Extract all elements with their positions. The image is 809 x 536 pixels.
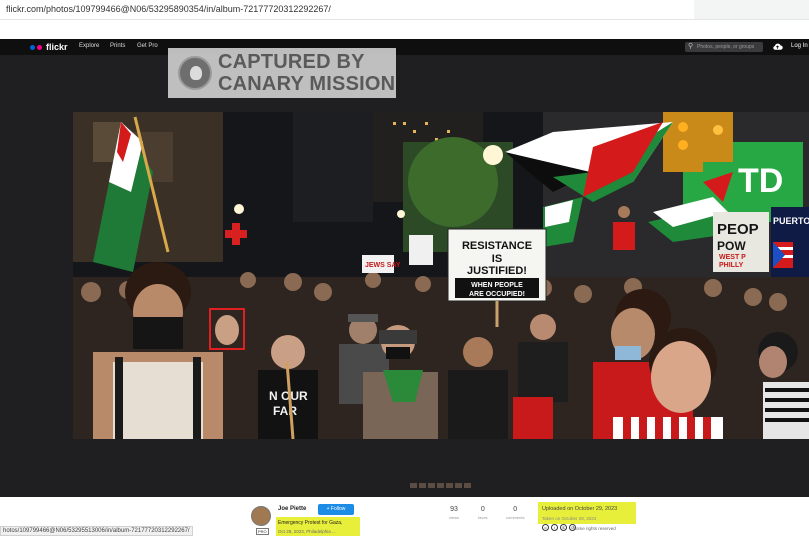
svg-text:IS: IS <box>492 253 502 265</box>
flickr-logo[interactable]: flickr <box>30 42 68 52</box>
rights-text[interactable]: Some rights reserved <box>573 526 616 531</box>
svg-text:PEOP: PEOP <box>717 221 759 238</box>
td-sign-text: TD <box>738 162 783 200</box>
pro-badge: PRO <box>256 528 269 535</box>
canary-mission-watermark: CAPTURED BY CANARY MISSION <box>168 48 396 98</box>
license-icons[interactable]: c i $ ↺ <box>542 524 576 531</box>
canary-seal-icon <box>178 56 212 90</box>
svg-text:RESISTANCE: RESISTANCE <box>462 240 532 252</box>
svg-text:POW: POW <box>717 239 746 253</box>
upload-info: Uploaded on October 29, 2023 Taken on Oc… <box>538 502 636 524</box>
flickr-topbar: flickr Explore Prints Get Pro ⚲ Photos, … <box>0 39 809 55</box>
nav-prints[interactable]: Prints <box>110 43 125 49</box>
by-icon: i <box>551 524 558 531</box>
author-avatar[interactable] <box>251 506 271 526</box>
film-thumb[interactable] <box>446 483 453 488</box>
film-thumb[interactable] <box>428 483 435 488</box>
nc-icon: $ <box>560 524 567 531</box>
photo-description: Oct 28, 2023, Philadelphia ... <box>276 528 360 536</box>
svg-text:PHILLY: PHILLY <box>719 262 744 269</box>
nav-explore[interactable]: Explore <box>79 43 99 49</box>
author-name[interactable]: Joe Piette <box>278 506 306 512</box>
logo-text: flickr <box>46 42 68 52</box>
protest-photo[interactable]: TD PEOP POW WEST P PHILLY PUERTO JEWS SA… <box>73 112 809 439</box>
svg-text:JEWS SAY: JEWS SAY <box>365 262 401 269</box>
flickr-page: flickr Explore Prints Get Pro ⚲ Photos, … <box>0 39 809 497</box>
svg-text:FAR: FAR <box>273 404 297 418</box>
logo-blue-dot <box>30 44 35 50</box>
address-bar-blank <box>694 0 809 19</box>
film-thumb[interactable] <box>410 483 417 488</box>
uploaded-date: Uploaded on October 29, 2023 <box>542 506 618 512</box>
taken-date[interactable]: Taken on October 28, 2023 <box>542 516 596 521</box>
svg-text:WHEN PEOPLE: WHEN PEOPLE <box>471 282 523 289</box>
watermark-line2: CANARY MISSION <box>218 73 396 95</box>
search-placeholder: Photos, people, or groups <box>697 44 755 50</box>
film-thumb[interactable] <box>437 483 444 488</box>
url-text[interactable]: flickr.com/photos/109799466@N06/53295890… <box>6 4 331 14</box>
photo-scene: TD PEOP POW WEST P PHILLY PUERTO JEWS SA… <box>73 112 809 439</box>
search-icon: ⚲ <box>688 43 694 50</box>
browser-status-bar: hotos/109799466@N06/53295513006/in/album… <box>0 526 193 536</box>
svg-text:ARE OCCUPIED!: ARE OCCUPIED! <box>469 291 525 298</box>
stat-faves: 0 faves <box>478 506 488 520</box>
cc-icon: c <box>542 524 549 531</box>
browser-address-bar[interactable]: flickr.com/photos/109799466@N06/53295890… <box>0 0 809 20</box>
browser-gap <box>0 20 809 39</box>
watermark-line1: CAPTURED BY <box>218 51 365 73</box>
film-thumb[interactable] <box>419 483 426 488</box>
follow-button[interactable]: + Follow <box>318 504 354 515</box>
nav-get-pro[interactable]: Get Pro <box>137 43 158 49</box>
login-link[interactable]: Log In <box>791 43 808 49</box>
logo-pink-dot <box>37 44 42 50</box>
film-thumb[interactable] <box>464 483 471 488</box>
photo-filmstrip[interactable] <box>410 483 471 488</box>
stat-views: 93 views <box>449 506 460 520</box>
stat-comments: 0 comments <box>506 506 525 520</box>
svg-text:PUERTO: PUERTO <box>773 216 809 226</box>
film-thumb[interactable] <box>455 483 462 488</box>
svg-text:JUSTIFIED!: JUSTIFIED! <box>467 265 527 277</box>
search-input[interactable]: ⚲ Photos, people, or groups <box>685 42 763 52</box>
photo-title: Emergency Protest for Gaza, <box>276 517 360 528</box>
svg-text:WEST P: WEST P <box>719 254 746 261</box>
cloud-upload-icon[interactable] <box>772 42 783 51</box>
